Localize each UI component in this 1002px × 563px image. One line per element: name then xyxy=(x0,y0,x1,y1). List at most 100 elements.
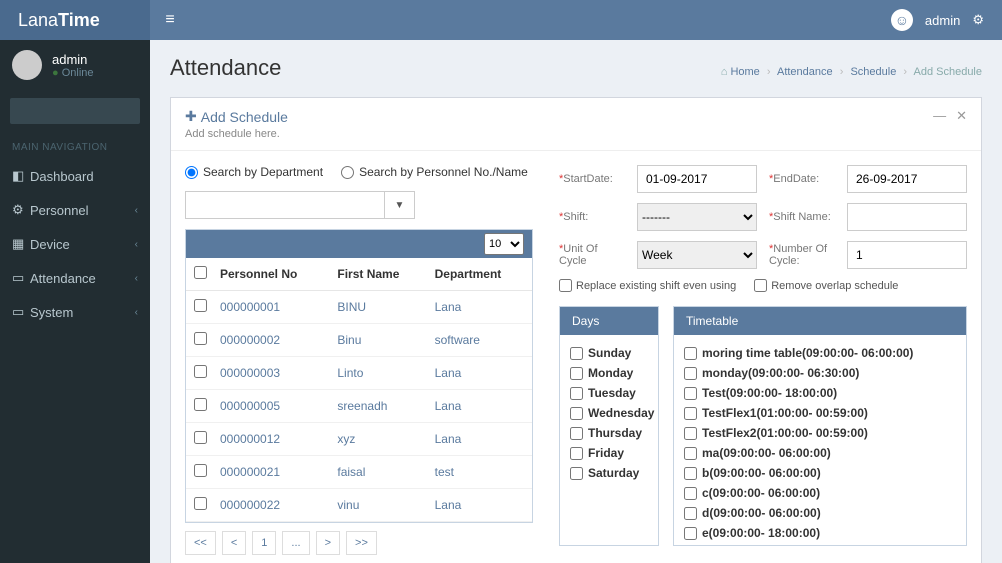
cell-department: software xyxy=(429,324,532,357)
shift-name-input[interactable] xyxy=(847,203,967,231)
table-row[interactable]: 000000002Binusoftware xyxy=(186,324,532,357)
shift-select[interactable]: ------- xyxy=(637,203,757,231)
user-name: admin xyxy=(52,52,94,67)
top-user-name[interactable]: admin xyxy=(925,13,960,28)
end-date-input[interactable] xyxy=(847,165,967,193)
col-personnel-no: Personnel No xyxy=(214,258,331,291)
user-avatar-icon[interactable]: ☺ xyxy=(891,9,913,31)
timetable-item[interactable]: b(09:00:00- 06:00:00) xyxy=(684,463,956,483)
cell-personnel-no: 000000003 xyxy=(214,357,331,390)
sidebar-item-dashboard[interactable]: ◧Dashboard xyxy=(0,159,150,193)
user-panel: admin ● Online xyxy=(0,40,150,90)
nav-icon: ▭ xyxy=(12,270,30,286)
plus-icon: ✚ xyxy=(185,108,197,125)
timetable-item[interactable]: ma(09:00:00- 06:00:00) xyxy=(684,443,956,463)
timetable-panel-title: Timetable xyxy=(674,307,966,335)
chevron-left-icon: ‹ xyxy=(135,273,138,284)
timetable-item[interactable]: TestFlex2(01:00:00- 00:59:00) xyxy=(684,423,956,443)
nav-header: MAIN NAVIGATION xyxy=(0,132,150,159)
nav-icon: ⚙ xyxy=(12,202,30,218)
cell-first-name: BINU xyxy=(331,291,428,324)
replace-shift-checkbox[interactable]: Replace existing shift even using xyxy=(559,279,736,292)
breadcrumb-schedule[interactable]: Schedule xyxy=(850,66,896,78)
row-checkbox[interactable] xyxy=(194,464,207,477)
row-checkbox[interactable] xyxy=(194,497,207,510)
number-of-cycle-input[interactable] xyxy=(847,241,967,269)
select-all-checkbox[interactable] xyxy=(194,266,207,279)
top-right: ☺ admin ⚙ xyxy=(891,9,1002,31)
chevron-down-icon[interactable]: ▼ xyxy=(384,192,414,218)
timetable-item[interactable]: c(09:00:00- 06:00:00) xyxy=(684,483,956,503)
nav-label: Dashboard xyxy=(30,169,94,184)
timetable-item[interactable]: d(09:00:00- 06:00:00) xyxy=(684,503,956,523)
table-row[interactable]: 000000003LintoLana xyxy=(186,357,532,390)
chevron-left-icon: ‹ xyxy=(135,307,138,318)
sidebar-item-device[interactable]: ▦Device‹ xyxy=(0,227,150,261)
cell-personnel-no: 000000021 xyxy=(214,456,331,489)
menu-toggle-icon[interactable]: ≡ xyxy=(150,11,190,29)
timetable-panel: Timetable moring time table(09:00:00- 06… xyxy=(673,306,967,546)
department-select[interactable]: ▼ xyxy=(185,191,415,219)
collapse-icon[interactable]: — xyxy=(933,108,946,124)
row-checkbox[interactable] xyxy=(194,365,207,378)
start-date-input[interactable] xyxy=(637,165,757,193)
breadcrumb-home[interactable]: Home xyxy=(730,66,759,78)
sidebar-item-personnel[interactable]: ⚙Personnel‹ xyxy=(0,193,150,227)
pager-first[interactable]: << xyxy=(185,531,216,555)
nav-list: ◧Dashboard⚙Personnel‹▦Device‹▭Attendance… xyxy=(0,159,150,329)
logo-bold: Time xyxy=(58,10,100,31)
sidebar-search[interactable] xyxy=(10,98,140,124)
radio-search-pn[interactable]: Search by Personnel No./Name xyxy=(341,165,528,179)
timetable-item[interactable]: monday(09:00:00- 06:30:00) xyxy=(684,363,956,383)
table-row[interactable]: 000000001BINULana xyxy=(186,291,532,324)
unit-of-cycle-select[interactable]: Week xyxy=(637,241,757,269)
radio-search-dept[interactable]: Search by Department xyxy=(185,165,323,179)
table-row[interactable]: 000000005sreenadhLana xyxy=(186,390,532,423)
remove-overlap-checkbox[interactable]: Remove overlap schedule xyxy=(754,279,898,292)
day-item[interactable]: Friday xyxy=(570,443,648,463)
sidebar-item-system[interactable]: ▭System‹ xyxy=(0,295,150,329)
day-item[interactable]: Wednesday xyxy=(570,403,648,423)
sidebar-item-attendance[interactable]: ▭Attendance‹ xyxy=(0,261,150,295)
timetable-item[interactable]: moring time table(09:00:00- 06:00:00) xyxy=(684,343,956,363)
close-icon[interactable]: ✕ xyxy=(956,108,967,124)
day-item[interactable]: Monday xyxy=(570,363,648,383)
pager-last[interactable]: >> xyxy=(346,531,377,555)
pager-page[interactable]: 1 xyxy=(252,531,276,555)
cell-first-name: vinu xyxy=(331,489,428,522)
sidebar: admin ● Online MAIN NAVIGATION ◧Dashboar… xyxy=(0,40,150,563)
number-of-cycle-label: Number Of Cycle: xyxy=(769,243,827,267)
pager-more[interactable]: ... xyxy=(282,531,309,555)
page-size-select[interactable]: 10 xyxy=(484,233,524,255)
cell-first-name: xyz xyxy=(331,423,428,456)
cell-personnel-no: 000000012 xyxy=(214,423,331,456)
day-item[interactable]: Thursday xyxy=(570,423,648,443)
cell-department: Lana xyxy=(429,423,532,456)
cell-department: Lana xyxy=(429,489,532,522)
row-checkbox[interactable] xyxy=(194,299,207,312)
shift-label: Shift: xyxy=(563,211,588,223)
row-checkbox[interactable] xyxy=(194,431,207,444)
timetable-item[interactable]: e(09:00:00- 18:00:00) xyxy=(684,523,956,543)
pager-prev[interactable]: < xyxy=(222,531,246,555)
nav-label: System xyxy=(30,305,73,320)
timetable-item[interactable]: Test(09:00:00- 18:00:00) xyxy=(684,383,956,403)
breadcrumb-attendance[interactable]: Attendance xyxy=(777,66,833,78)
breadcrumb-current: Add Schedule xyxy=(914,66,983,78)
table-row[interactable]: 000000022vinuLana xyxy=(186,489,532,522)
cell-personnel-no: 000000005 xyxy=(214,390,331,423)
day-item[interactable]: Tuesday xyxy=(570,383,648,403)
personnel-grid: 10 Personnel No First Name Department 00… xyxy=(185,229,533,523)
row-checkbox[interactable] xyxy=(194,398,207,411)
table-row[interactable]: 000000012xyzLana xyxy=(186,423,532,456)
timetable-item[interactable]: TestFlex1(01:00:00- 00:59:00) xyxy=(684,403,956,423)
nav-icon: ◧ xyxy=(12,168,30,184)
page-header: Attendance ⌂ Home › Attendance › Schedul… xyxy=(150,40,1002,89)
table-row[interactable]: 000000021faisaltest xyxy=(186,456,532,489)
day-item[interactable]: Sunday xyxy=(570,343,648,363)
settings-icon[interactable]: ⚙ xyxy=(972,12,984,28)
pager-next[interactable]: > xyxy=(316,531,340,555)
cell-department: test xyxy=(429,456,532,489)
row-checkbox[interactable] xyxy=(194,332,207,345)
day-item[interactable]: Saturday xyxy=(570,463,648,483)
